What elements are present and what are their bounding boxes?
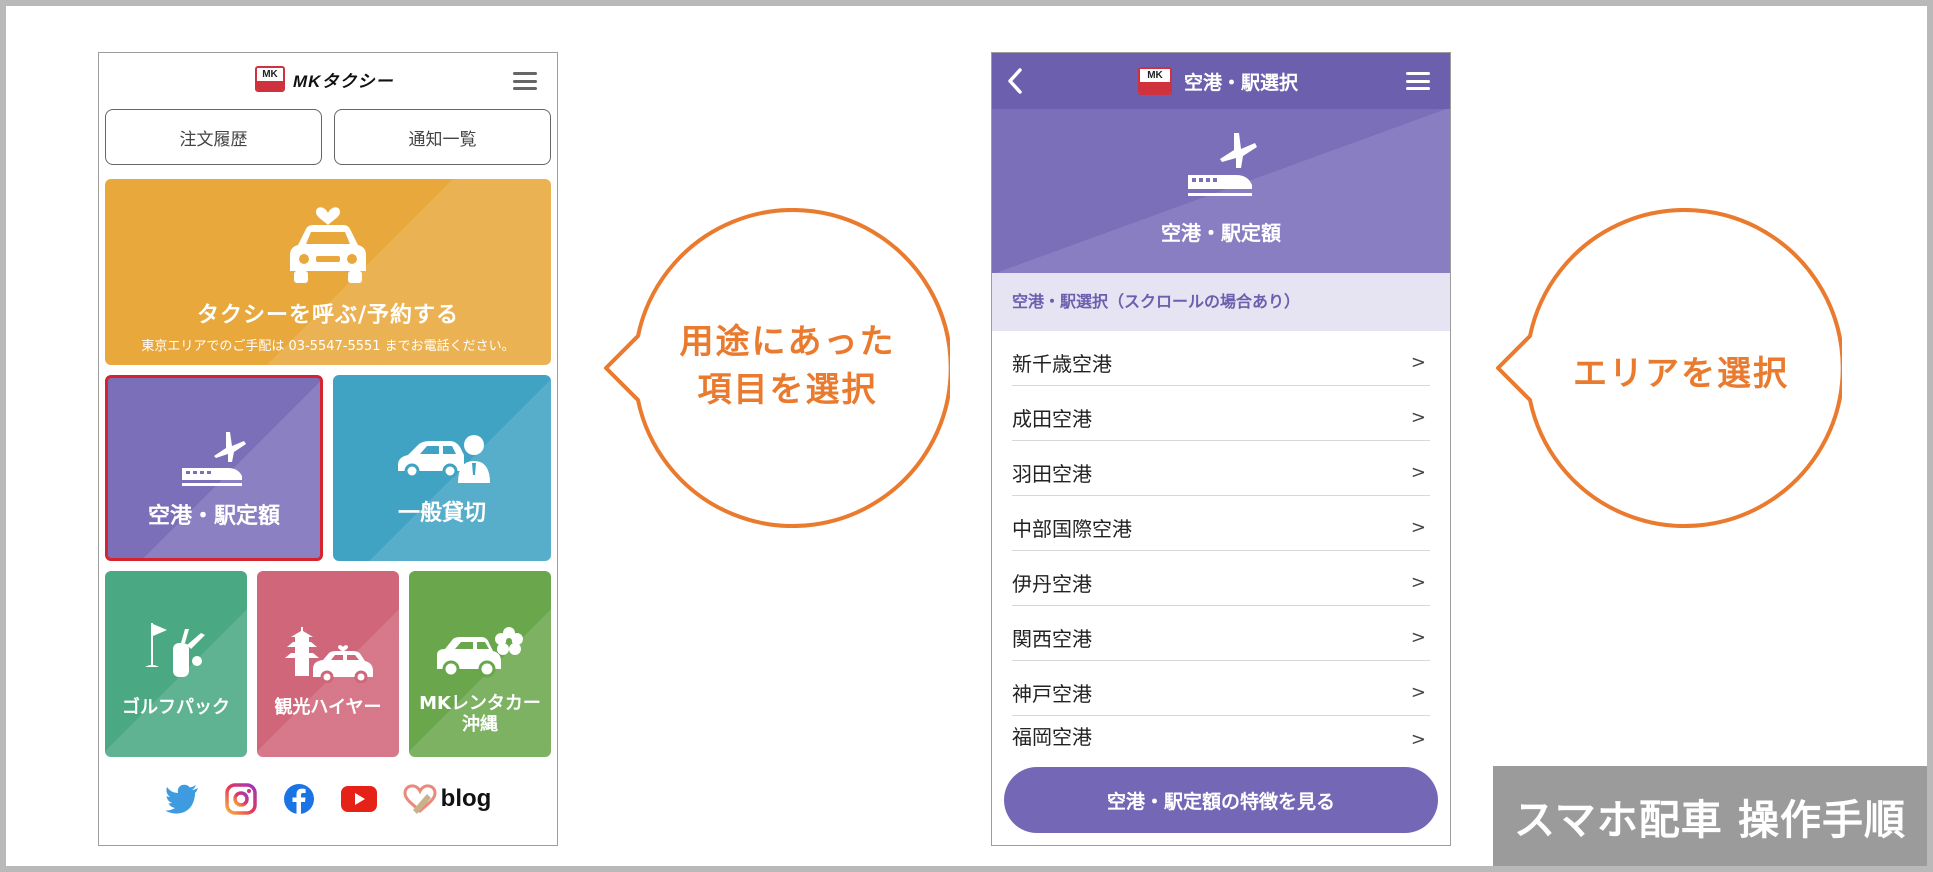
- logo-text: MKタクシー: [293, 71, 394, 91]
- notification-list-button[interactable]: 通知一覧: [334, 109, 551, 165]
- phone-screen-home: MK MKタクシー 注文履歴 通知一覧 タクシーを呼ぶ/予約する 東京エリアでの…: [98, 52, 558, 846]
- chevron-right-icon: >: [1410, 729, 1426, 750]
- order-history-button[interactable]: 注文履歴: [105, 109, 322, 165]
- chevron-right-icon: >: [1410, 406, 1426, 428]
- list-item-narita[interactable]: 成田空港 >: [1012, 386, 1430, 441]
- list-item-kansai[interactable]: 関西空港 >: [1012, 606, 1430, 661]
- general-charter-tile[interactable]: 一般貸切: [333, 375, 551, 561]
- page-title: 空港・駅選択: [1184, 71, 1299, 94]
- call-taxi-tile[interactable]: タクシーを呼ぶ/予約する 東京エリアでのご手配は 03-5547-5551 まで…: [105, 179, 551, 365]
- list-item-haneda[interactable]: 羽田空港 >: [1012, 441, 1430, 496]
- chevron-right-icon: >: [1410, 571, 1426, 593]
- mk-badge-icon: MK: [1138, 67, 1172, 95]
- history-tabs: 注文履歴 通知一覧: [105, 109, 551, 165]
- instruction-bubble-select-purpose: 用途にあった 項目を選択: [600, 208, 953, 528]
- golf-tile-label: ゴルフパック: [122, 697, 230, 718]
- blog-link[interactable]: blog: [403, 784, 492, 814]
- car-chauffeur-icon: [398, 435, 490, 483]
- hamburger-icon[interactable]: [1406, 72, 1430, 90]
- list-item-chubu[interactable]: 中部国際空港 >: [1012, 496, 1430, 551]
- heart-pencil-icon: [403, 784, 437, 814]
- hero-label: 空港・駅定額: [1161, 221, 1281, 245]
- plane-train-icon: [182, 432, 246, 486]
- app-header: MK 空港・駅選択: [992, 53, 1450, 109]
- chevron-right-icon: >: [1410, 626, 1426, 648]
- rental-car-hibiscus-icon: [437, 627, 523, 678]
- list-item-fukuoka[interactable]: 福岡空港 >: [1012, 716, 1430, 750]
- blog-label: blog: [440, 785, 492, 812]
- youtube-icon[interactable]: [340, 786, 377, 812]
- golf-icon: [145, 623, 205, 677]
- view-features-button[interactable]: 空港・駅定額の特徴を見る: [1004, 767, 1438, 833]
- section-header: 空港・駅選択（スクロールの場合あり）: [992, 273, 1450, 331]
- chevron-right-icon: >: [1410, 516, 1426, 538]
- social-links: blog: [99, 779, 557, 819]
- instruction-bubble-select-area: エリアを選択: [1492, 208, 1845, 528]
- mk-taxi-logo: MK 空港・駅選択: [1138, 67, 1298, 95]
- mk-rental-car-okinawa-tile[interactable]: MKレンタカー 沖縄: [409, 571, 551, 757]
- procedure-title-label: スマホ配車 操作手順: [1493, 766, 1927, 866]
- chevron-right-icon: >: [1410, 351, 1426, 373]
- plane-train-icon: [1188, 133, 1257, 196]
- twitter-icon[interactable]: [164, 784, 199, 814]
- bubble-text: エリアを選択: [1573, 354, 1789, 394]
- sightseeing-hire-tile[interactable]: 観光ハイヤー: [257, 571, 399, 757]
- airport-station-flat-rate-tile[interactable]: 空港・駅定額: [105, 375, 323, 561]
- instagram-icon[interactable]: [224, 783, 257, 815]
- call-taxi-title: タクシーを呼ぶ/予約する: [196, 303, 460, 328]
- rental-tile-label: MKレンタカー 沖縄: [419, 693, 541, 735]
- charter-tile-label: 一般貸切: [397, 501, 486, 526]
- chevron-right-icon: >: [1410, 681, 1426, 703]
- taxi-heart-icon: [290, 207, 366, 283]
- mk-taxi-logo[interactable]: MK MKタクシー: [255, 66, 393, 92]
- bubble-text: 用途にあった 項目を選択: [679, 322, 896, 410]
- chevron-left-icon[interactable]: [1006, 67, 1024, 100]
- airport-tile-label: 空港・駅定額: [147, 504, 280, 529]
- airport-list: 新千歳空港 > 成田空港 > 羽田空港 > 中部国際空港 > 伊丹空港 > 関西空港 > 神…: [992, 331, 1450, 811]
- phone-screen-airport-select: MK 空港・駅選択 空港・駅定額 空港・駅選択（スクロールの場合あり） 新千歳空…: [991, 52, 1451, 846]
- category-hero: 空港・駅定額: [992, 109, 1450, 273]
- hamburger-icon[interactable]: [513, 72, 537, 90]
- chevron-right-icon: >: [1410, 461, 1426, 483]
- facebook-icon[interactable]: [283, 783, 315, 815]
- app-header: MK MKタクシー: [99, 53, 557, 105]
- sightseeing-tile-label: 観光ハイヤー: [274, 697, 382, 718]
- pagoda-car-icon: [285, 627, 373, 683]
- list-item-kobe[interactable]: 神戸空港 >: [1012, 661, 1430, 716]
- mk-badge-icon: MK: [255, 66, 285, 92]
- golf-pack-tile[interactable]: ゴルフパック: [105, 571, 247, 757]
- list-item-itami[interactable]: 伊丹空港 >: [1012, 551, 1430, 606]
- list-item-new-chitose[interactable]: 新千歳空港 >: [1012, 331, 1430, 386]
- tokyo-phone-note: 東京エリアでのご手配は 03-5547-5551 までお電話ください。: [141, 339, 515, 354]
